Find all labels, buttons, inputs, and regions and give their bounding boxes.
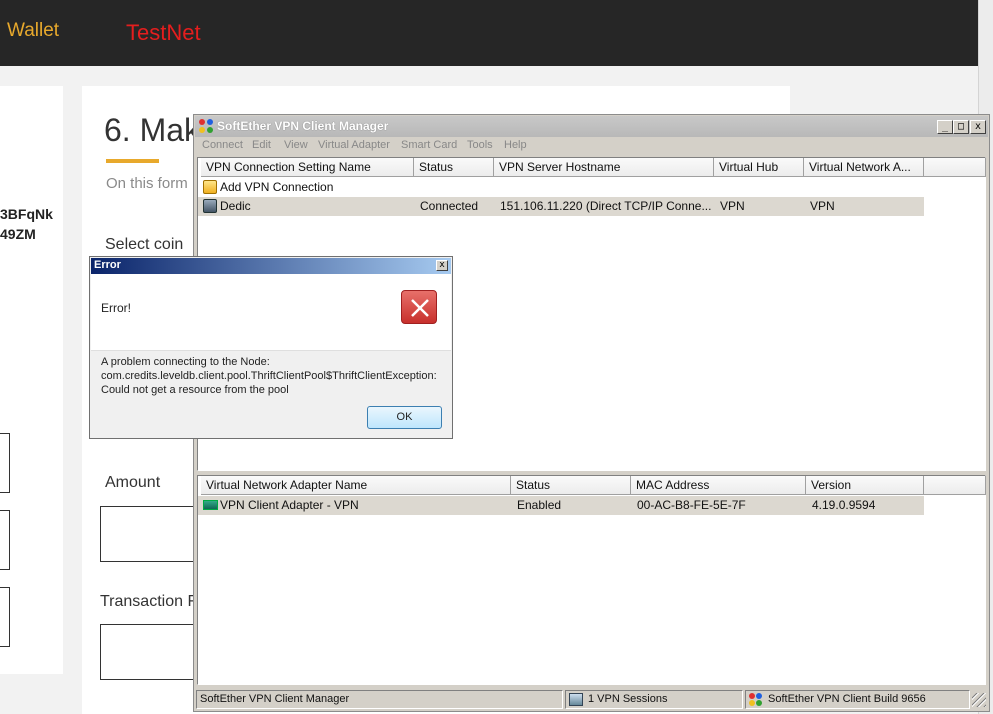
col-header-filler [924, 158, 986, 177]
vpn-window-title: SoftEther VPN Client Manager [217, 119, 389, 133]
softether-logo-icon [749, 693, 763, 707]
amount-label: Amount [105, 474, 161, 491]
list-item-add-connection[interactable]: Add VPN Connection [198, 178, 924, 197]
network-adapter-icon [203, 500, 218, 510]
minimize-button[interactable]: _ [937, 120, 953, 134]
adapter-name: VPN Client Adapter - VPN [220, 498, 359, 512]
error-dialog: Error x Error! A problem connecting to t… [89, 256, 453, 439]
left-input-3[interactable] [0, 587, 10, 647]
form-intro: On this form [106, 175, 188, 192]
status-build: SoftEther VPN Client Build 9656 [745, 690, 970, 709]
title-underline [106, 159, 159, 163]
nav-testnet-label[interactable]: TestNet [126, 20, 201, 46]
menu-tools[interactable]: Tools [467, 139, 493, 151]
left-input-2[interactable] [0, 510, 10, 570]
maximize-button[interactable]: □ [953, 120, 969, 134]
col-header-adapter-status[interactable]: Status [511, 476, 631, 495]
transaction-fee-label: Transaction F [100, 593, 198, 610]
adapter-version: 4.19.0.9594 [812, 498, 876, 512]
error-message-line-2: com.credits.leveldb.client.pool.ThriftCl… [101, 370, 437, 382]
col-header-virtual-network-adapter[interactable]: Virtual Network A... [804, 158, 924, 177]
list-item-connection[interactable]: Dedic Connected 151.106.11.220 (Direct T… [198, 197, 924, 216]
connection-name: Dedic [220, 199, 251, 213]
error-message-line-3: Could not get a resource from the pool [101, 384, 289, 396]
connection-name: Add VPN Connection [220, 180, 334, 194]
error-dialog-title: Error [94, 259, 121, 271]
menu-edit[interactable]: Edit [252, 139, 271, 151]
menu-connect[interactable]: Connect [202, 139, 243, 151]
adapter-mac: 00-AC-B8-FE-5E-7F [637, 498, 746, 512]
col-header-mac-address[interactable]: MAC Address [631, 476, 806, 495]
address-text-2: 49ZM [0, 226, 36, 242]
vpn-title-bar[interactable]: SoftEther VPN Client Manager _ □ x [195, 116, 988, 137]
col-header-filler [924, 476, 986, 495]
status-build-text: SoftEther VPN Client Build 9656 [768, 693, 926, 705]
connection-status: Connected [420, 199, 479, 213]
left-card [0, 86, 63, 674]
col-header-server-hostname[interactable]: VPN Server Hostname [494, 158, 714, 177]
left-input-1[interactable] [0, 433, 10, 493]
list-item-adapter[interactable]: VPN Client Adapter - VPN Enabled 00-AC-B… [198, 496, 924, 515]
adapter-status: Enabled [517, 498, 562, 512]
add-connection-icon [203, 180, 217, 194]
error-title-bar[interactable]: Error x [91, 258, 451, 274]
connection-hub: VPN [720, 199, 745, 213]
vpn-menubar: Connect Edit View Virtual Adapter Smart … [195, 137, 988, 155]
address-text-1: 3BFqNk [0, 206, 53, 222]
select-coin-label: Select coin [105, 236, 184, 253]
col-header-adapter-name[interactable]: Virtual Network Adapter Name [201, 476, 511, 495]
nav-wallet-link[interactable]: Wallet [7, 20, 59, 42]
col-header-version[interactable]: Version [806, 476, 924, 495]
adapter-list[interactable]: Virtual Network Adapter Name Status MAC … [197, 475, 986, 685]
connection-host: 151.106.11.220 (Direct TCP/IP Conne... [500, 199, 712, 213]
vpn-session-icon [569, 693, 583, 706]
page-title: 6. Mak [104, 112, 201, 148]
error-close-button[interactable]: x [436, 260, 448, 271]
col-header-setting-name[interactable]: VPN Connection Setting Name [201, 158, 414, 177]
connection-adapter: VPN [810, 199, 835, 213]
close-button[interactable]: x [970, 120, 986, 134]
status-sessions-text: 1 VPN Sessions [588, 693, 668, 705]
softether-app-icon [199, 119, 214, 134]
col-header-status[interactable]: Status [414, 158, 494, 177]
status-app-name: SoftEther VPN Client Manager [196, 690, 563, 709]
top-navbar: Wallet TestNet [0, 0, 978, 66]
computer-icon [203, 199, 217, 213]
vpn-status-bar: SoftEther VPN Client Manager 1 VPN Sessi… [195, 689, 988, 710]
menu-virtual-adapter[interactable]: Virtual Adapter [318, 139, 390, 151]
amount-input[interactable] [100, 506, 200, 562]
error-heading: Error! [101, 301, 131, 315]
resize-grip-icon[interactable] [972, 693, 986, 707]
menu-view[interactable]: View [284, 139, 308, 151]
col-header-virtual-hub[interactable]: Virtual Hub [714, 158, 804, 177]
menu-smart-card[interactable]: Smart Card [401, 139, 457, 151]
error-x-icon [401, 290, 437, 324]
menu-help[interactable]: Help [504, 139, 527, 151]
error-message-line-1: A problem connecting to the Node: [101, 356, 270, 368]
error-header-area: Error! [91, 274, 451, 351]
status-sessions: 1 VPN Sessions [565, 690, 743, 709]
transaction-fee-input[interactable] [100, 624, 200, 680]
ok-button[interactable]: OK [367, 406, 442, 429]
